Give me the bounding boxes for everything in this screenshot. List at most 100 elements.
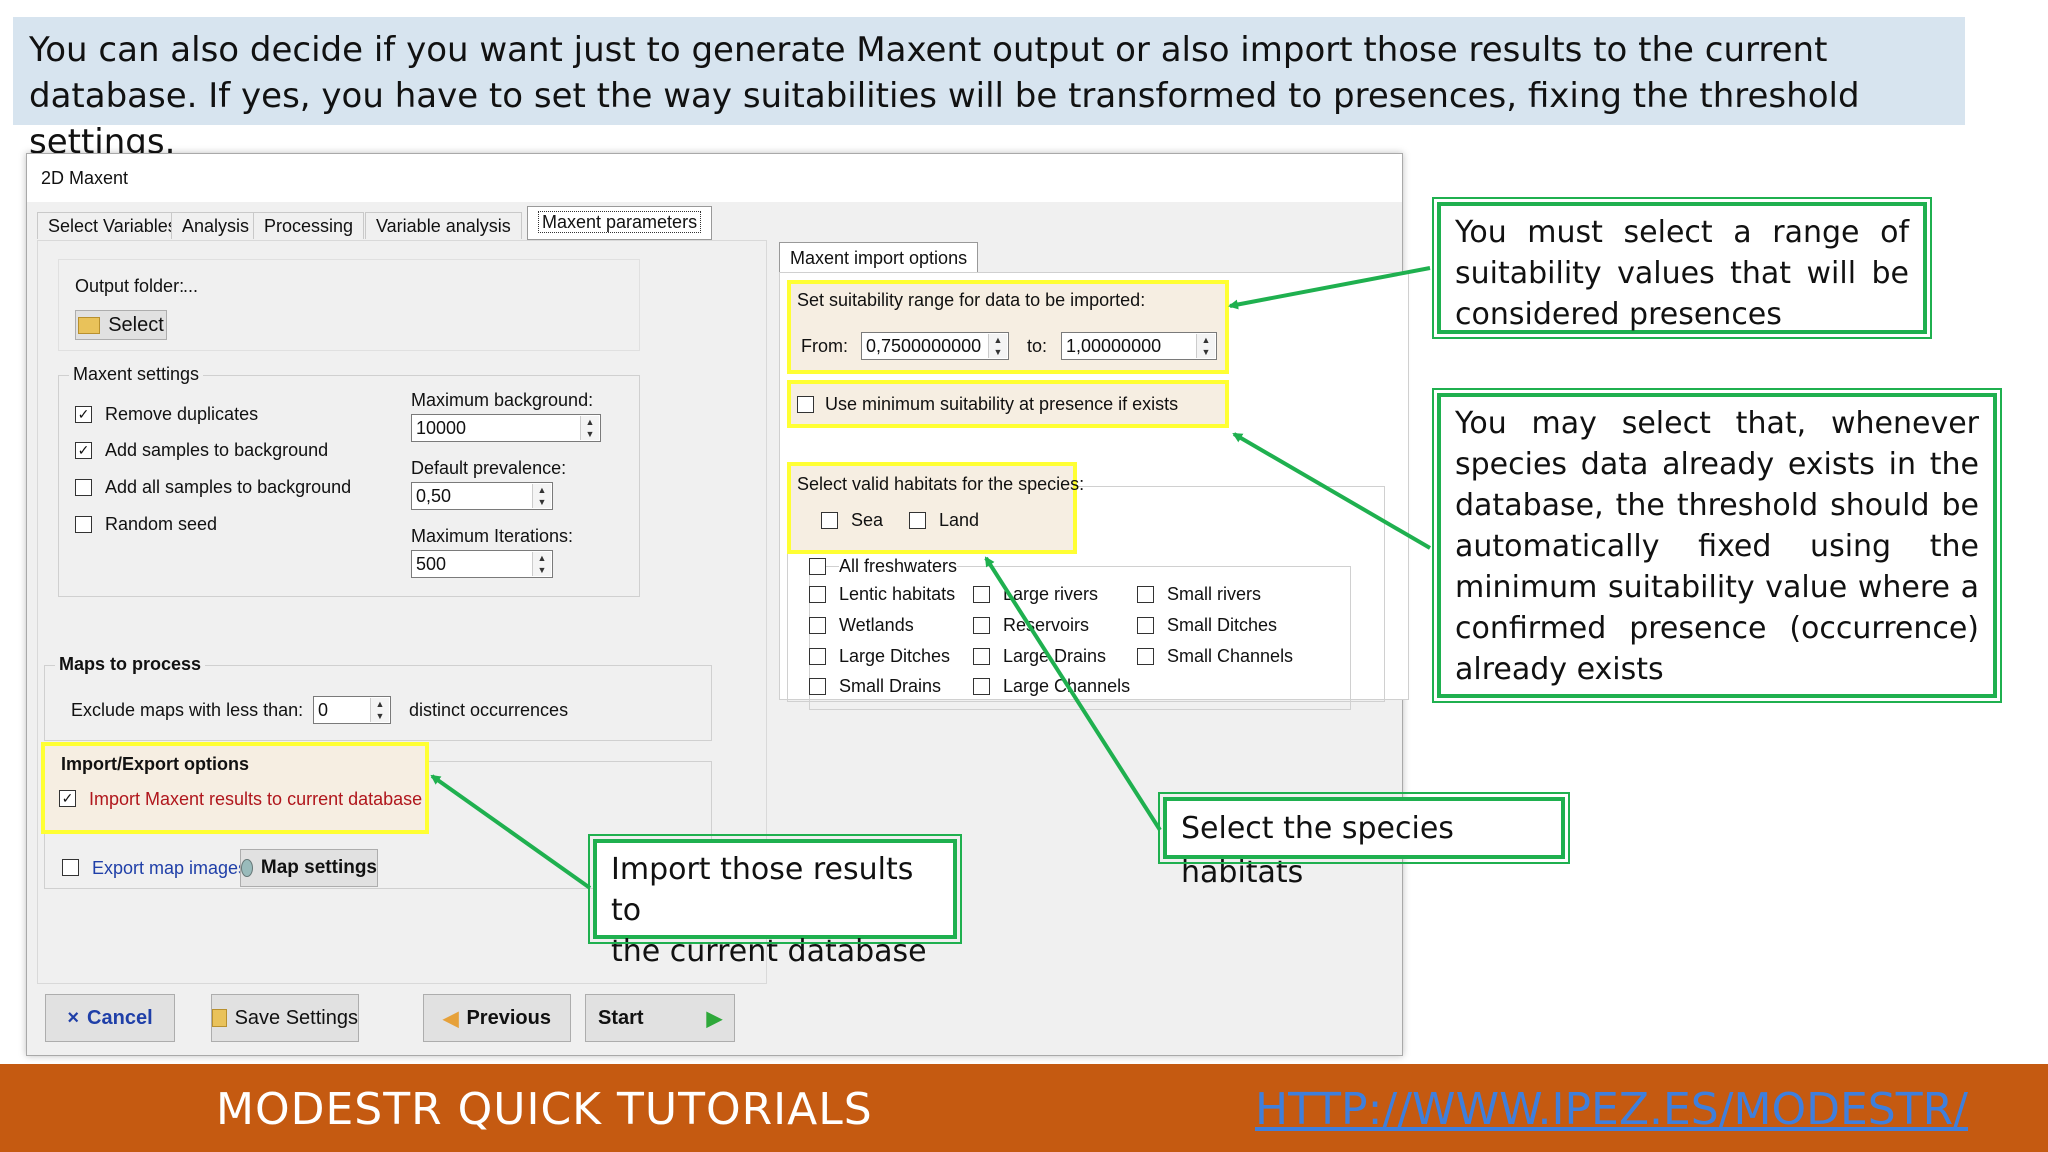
callout-min-suitability-last: already exists (1455, 652, 1664, 687)
large-rivers-checkbox[interactable] (973, 586, 990, 603)
footer-url-link[interactable]: HTTP://WWW.IPEZ.ES/MODESTR/ (1255, 1084, 1968, 1135)
tab-select-variables[interactable]: Select Variables (37, 212, 188, 239)
land-label: Land (939, 510, 980, 530)
footer-title: MODESTR QUICK TUTORIALS (216, 1084, 873, 1135)
small-rivers-label: Small rivers (1167, 584, 1262, 604)
default-prevalence-input[interactable]: 0,50 ▲ ▼ (411, 482, 553, 510)
all-freshwaters-label: All freshwaters (839, 556, 958, 577)
lentic-label: Lentic habitats (839, 584, 956, 604)
habitats-label: Select valid habitats for the species: (797, 474, 1085, 494)
from-label: From: (801, 336, 848, 356)
sea-label: Sea (851, 510, 884, 530)
default-prevalence-spinner[interactable]: ▲ ▼ (532, 484, 551, 508)
tab-analysis[interactable]: Analysis (171, 212, 261, 239)
map-settings-button[interactable]: Map settings (240, 849, 378, 887)
import-results-checkbox[interactable] (59, 790, 76, 807)
large-drains-label: Large Drains (1003, 646, 1107, 666)
exclude-maps-spinner[interactable]: ▲ ▼ (370, 698, 389, 722)
callout-import-text: Import those results to (611, 852, 914, 928)
small-rivers-checkbox[interactable] (1137, 586, 1154, 603)
default-prevalence-label: Default prevalence: (411, 458, 567, 478)
min-suitability-highlight: Use minimum suitability at presence if e… (787, 380, 1229, 428)
window-title: 2D Maxent (41, 168, 129, 188)
callout-suitability-range: You must select a range of suitability v… (1432, 197, 1932, 339)
random-seed-label: Random seed (105, 514, 218, 534)
small-drains-checkbox[interactable] (809, 678, 826, 695)
remove-duplicates-label: Remove duplicates (105, 404, 259, 424)
reservoirs-checkbox[interactable] (973, 617, 990, 634)
reservoirs-label: Reservoirs (1003, 615, 1090, 635)
tab-maxent-import-options[interactable]: Maxent import options (779, 242, 979, 274)
start-label: Start (598, 1006, 644, 1029)
output-folder-value: ... (183, 276, 199, 296)
save-settings-button[interactable]: Save Settings (211, 994, 359, 1042)
output-folder-group: Output folder: ... Select (58, 259, 640, 351)
footer-bar: MODESTR QUICK TUTORIALS HTTP://WWW.IPEZ.… (0, 1064, 2048, 1152)
export-map-images-checkbox[interactable] (62, 859, 79, 876)
distinct-occurrences-label: distinct occurrences (409, 700, 569, 720)
export-map-images-label: Export map images (92, 858, 248, 878)
tab-maxent-parameters-label: Maxent parameters (538, 211, 702, 233)
save-settings-label: Save Settings (234, 1006, 358, 1029)
import-export-legend: Import/Export options (61, 754, 249, 774)
cancel-button[interactable]: × Cancel (45, 994, 175, 1042)
to-value: 1,00000000 (1066, 336, 1162, 356)
max-background-label: Maximum background: (411, 390, 594, 410)
small-ditches-checkbox[interactable] (1137, 617, 1154, 634)
max-iterations-label: Maximum Iterations: (411, 526, 574, 546)
large-drains-checkbox[interactable] (973, 648, 990, 665)
from-spinner[interactable]: ▲ ▼ (988, 334, 1007, 358)
import-highlight: Import/Export options Import Maxent resu… (41, 742, 429, 834)
random-seed-checkbox[interactable] (75, 516, 92, 533)
large-ditches-label: Large Ditches (839, 646, 951, 666)
large-channels-checkbox[interactable] (973, 678, 990, 695)
start-button[interactable]: Start ▶ (585, 994, 735, 1042)
callout-suitability-range-text: You must select a range of suitability v… (1455, 215, 1909, 332)
large-ditches-checkbox[interactable] (809, 648, 826, 665)
tab-processing[interactable]: Processing (253, 212, 365, 239)
max-iterations-input[interactable]: 500 ▲ ▼ (411, 550, 553, 578)
select-folder-button[interactable]: Select (75, 310, 167, 340)
cancel-label: Cancel (87, 1006, 153, 1029)
lentic-checkbox[interactable] (809, 586, 826, 603)
max-iterations-spinner[interactable]: ▲ ▼ (532, 552, 551, 576)
select-folder-label: Select (108, 313, 164, 336)
exclude-maps-input[interactable]: 0 ▲ ▼ (313, 696, 391, 724)
close-icon: × (67, 1006, 80, 1029)
callout-import: Import those results to the current data… (588, 834, 962, 969)
max-background-value: 10000 (416, 418, 467, 438)
maps-to-process-legend: Maps to process (55, 654, 206, 675)
output-folder-label: Output folder: (75, 276, 185, 296)
folder-icon (78, 316, 101, 334)
tab-variable-analysis[interactable]: Variable analysis (365, 212, 522, 239)
callout-import-last: the current database (611, 934, 927, 969)
tab-maxent-parameters[interactable]: Maxent parameters (527, 206, 713, 240)
callout-min-suitability-text: You may select that, whenever species da… (1455, 406, 1979, 646)
map-settings-label: Map settings (260, 857, 377, 878)
wetlands-checkbox[interactable] (809, 617, 826, 634)
arrow-left-icon: ◀ (443, 1007, 459, 1030)
maxent-settings-legend: Maxent settings (69, 364, 204, 385)
remove-duplicates-checkbox[interactable] (75, 406, 92, 423)
map-settings-icon (241, 859, 253, 877)
callout-habitats: Select the species habitats (1158, 792, 1570, 890)
from-value: 0,7500000000 (866, 336, 982, 356)
callout-min-suitability: You may select that, whenever species da… (1432, 388, 2002, 703)
max-background-spinner[interactable]: ▲ ▼ (580, 416, 599, 440)
from-input[interactable]: 0,7500000000 ▲ ▼ (861, 332, 1009, 360)
land-checkbox[interactable] (909, 512, 926, 529)
previous-label: Previous (466, 1006, 551, 1029)
to-spinner[interactable]: ▲ ▼ (1196, 334, 1215, 358)
previous-button[interactable]: ◀ Previous (423, 994, 571, 1042)
add-samples-checkbox[interactable] (75, 442, 92, 459)
suitability-range-label: Set suitability range for data to be imp… (797, 290, 1146, 310)
min-suitability-checkbox[interactable] (797, 396, 814, 413)
sea-checkbox[interactable] (821, 512, 838, 529)
all-freshwaters-checkbox[interactable] (809, 558, 826, 575)
small-ditches-label: Small Ditches (1167, 615, 1278, 635)
max-background-input[interactable]: 10000 ▲ ▼ (411, 414, 601, 442)
to-label: to: (1027, 336, 1048, 356)
add-all-samples-checkbox[interactable] (75, 479, 92, 496)
to-input[interactable]: 1,00000000 ▲ ▼ (1061, 332, 1217, 360)
small-channels-checkbox[interactable] (1137, 648, 1154, 665)
